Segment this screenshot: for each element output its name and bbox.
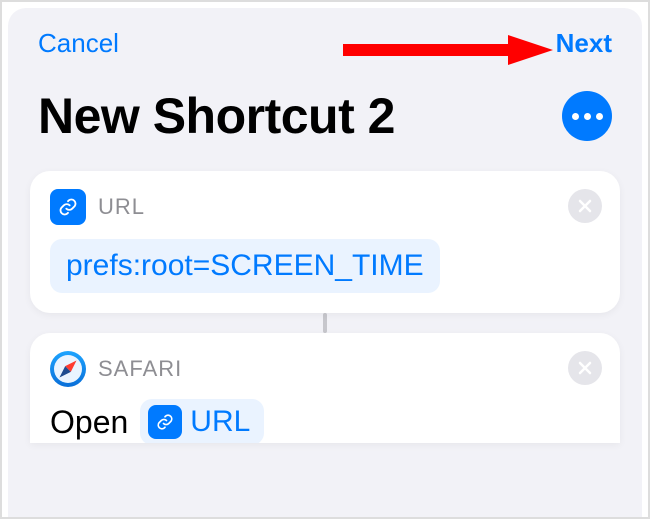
ellipsis-icon <box>572 113 579 120</box>
action-app-label: URL <box>98 194 145 220</box>
close-icon <box>578 361 592 375</box>
safari-icon <box>50 351 86 387</box>
page-title: New Shortcut 2 <box>38 87 395 145</box>
next-button[interactable]: Next <box>556 28 612 59</box>
remove-action-button[interactable] <box>568 189 602 223</box>
cancel-button[interactable]: Cancel <box>38 28 119 59</box>
close-icon <box>578 199 592 213</box>
action-card-url: URL prefs:root=SCREEN_TIME <box>30 171 620 313</box>
navbar: Cancel Next <box>8 8 642 69</box>
url-variable-chip[interactable]: URL <box>140 399 264 443</box>
remove-action-button[interactable] <box>568 351 602 385</box>
link-icon <box>50 189 86 225</box>
chip-label: URL <box>190 405 250 439</box>
url-input[interactable]: prefs:root=SCREEN_TIME <box>50 239 440 293</box>
more-button[interactable] <box>562 91 612 141</box>
action-card-safari: SAFARI Open URL <box>30 333 620 443</box>
action-app-label: SAFARI <box>98 356 182 382</box>
link-icon <box>148 405 182 439</box>
open-label: Open <box>50 404 128 441</box>
title-row: New Shortcut 2 <box>8 69 642 171</box>
connector-line <box>323 313 327 333</box>
